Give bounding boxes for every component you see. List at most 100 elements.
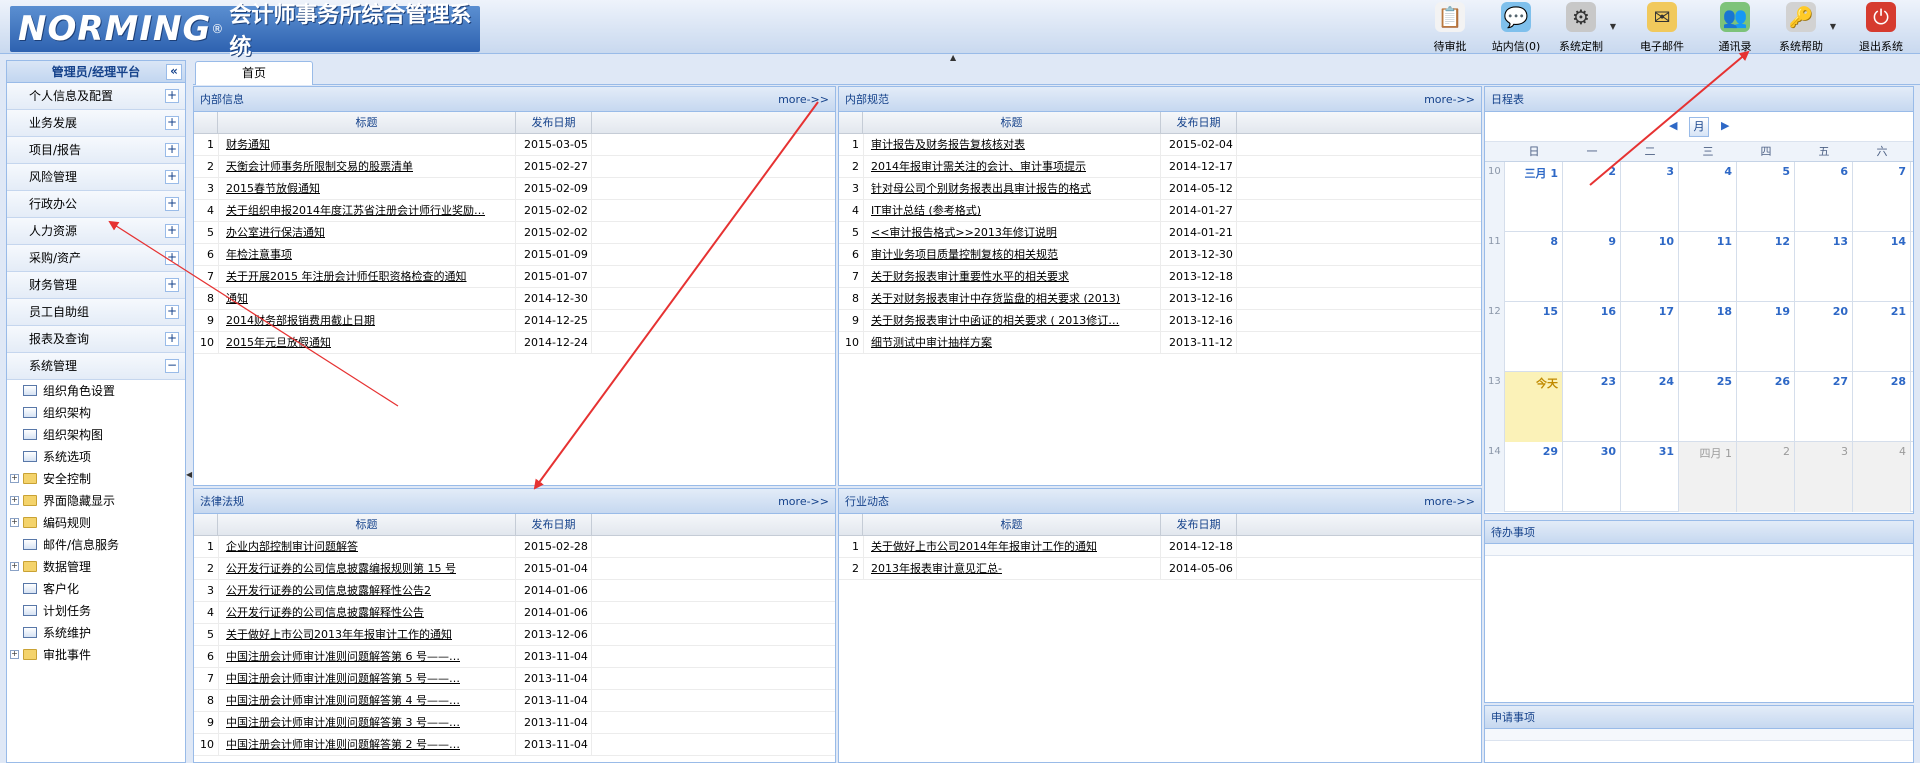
expand-icon[interactable]: + <box>165 332 179 346</box>
calendar-day[interactable]: 9 <box>1563 232 1621 302</box>
tree-item[interactable]: + 安全控制 <box>7 468 185 490</box>
calendar-day[interactable]: 12 <box>1737 232 1795 302</box>
calendar-day[interactable]: 30 <box>1563 442 1621 512</box>
tree-item[interactable]: 邮件/信息服务 <box>7 534 185 556</box>
row-title-link[interactable]: 中国注册会计师审计准则问题解答第 6 号——… <box>218 646 516 668</box>
expand-icon[interactable]: + <box>165 170 179 184</box>
more-link[interactable]: more->> <box>1424 489 1475 514</box>
calendar-day[interactable]: 2 <box>1563 162 1621 232</box>
expand-icon[interactable]: + <box>165 305 179 319</box>
toolbar-button-6[interactable]: ⏻ 退出系统 <box>1846 2 1916 54</box>
calendar-day[interactable]: 31 <box>1621 442 1679 512</box>
row-title-link[interactable]: 关于财务报表审计中函证的相关要求 ( 2013修订… <box>863 310 1161 332</box>
tree-item[interactable]: 组织架构 <box>7 402 185 424</box>
row-title-link[interactable]: 天衡会计师事务所限制交易的股票清单 <box>218 156 516 178</box>
calendar-day[interactable]: 19 <box>1737 302 1795 372</box>
row-title-link[interactable]: 审计业务项目质量控制复核的相关规范 <box>863 244 1161 266</box>
calendar-day[interactable]: 16 <box>1563 302 1621 372</box>
toolbar-button-0[interactable]: 📋 待审批 <box>1415 2 1485 54</box>
more-link[interactable]: more->> <box>778 87 829 112</box>
calendar-day[interactable]: 10 <box>1621 232 1679 302</box>
row-title-link[interactable]: 关于做好上市公司2014年年报审计工作的通知 <box>863 536 1161 558</box>
expand-icon[interactable]: + <box>165 251 179 265</box>
toolbar-button-5[interactable]: 🔑 系统帮助 ▼ <box>1766 2 1836 54</box>
calendar-day[interactable]: 四月 1 <box>1679 442 1737 512</box>
row-title-link[interactable]: 关于对财务报表审计中存货监盘的相关要求 (2013) <box>863 288 1161 310</box>
calendar-day[interactable]: 17 <box>1621 302 1679 372</box>
row-title-link[interactable]: 公开发行证券的公司信息披露解释性公告 <box>218 602 516 624</box>
column-header-title[interactable]: 标题 <box>218 112 516 134</box>
calendar-day[interactable]: 20 <box>1795 302 1853 372</box>
tree-expand-icon[interactable]: + <box>10 518 19 527</box>
expand-icon[interactable]: + <box>165 224 179 238</box>
collapse-sidebar-button[interactable]: « <box>166 64 182 80</box>
tree-item[interactable]: 系统维护 <box>7 622 185 644</box>
calendar-day[interactable]: 11 <box>1679 232 1737 302</box>
row-title-link[interactable]: 企业内部控制审计问题解答 <box>218 536 516 558</box>
calendar-next-icon[interactable]: ▶ <box>1721 119 1729 132</box>
row-title-link[interactable]: 公开发行证券的公司信息披露编报规则第 15 号 <box>218 558 516 580</box>
calendar-day[interactable]: 15 <box>1505 302 1563 372</box>
row-title-link[interactable]: 关于开展2015 年注册会计师任职资格检查的通知 <box>218 266 516 288</box>
toolbar-button-4[interactable]: 👥 通讯录 <box>1700 2 1770 54</box>
menu-item[interactable]: 风险管理 + <box>7 164 185 191</box>
menu-item[interactable]: 项目/报告 + <box>7 137 185 164</box>
row-title-link[interactable]: 2014财务部报销费用截止日期 <box>218 310 516 332</box>
menu-item[interactable]: 报表及查询 + <box>7 326 185 353</box>
column-header-title[interactable]: 标题 <box>218 514 516 536</box>
menu-item[interactable]: 业务发展 + <box>7 110 185 137</box>
menu-item[interactable]: 财务管理 + <box>7 272 185 299</box>
calendar-day[interactable]: 6 <box>1795 162 1853 232</box>
row-title-link[interactable]: 通知 <box>218 288 516 310</box>
tree-item[interactable]: + 审批事件 <box>7 644 185 666</box>
menu-item[interactable]: 人力资源 + <box>7 218 185 245</box>
expand-icon[interactable]: + <box>165 197 179 211</box>
tree-expand-icon[interactable]: + <box>10 562 19 571</box>
calendar-day[interactable]: 27 <box>1795 372 1853 442</box>
row-title-link[interactable]: 针对母公司个别财务报表出具审计报告的格式 <box>863 178 1161 200</box>
row-title-link[interactable]: 关于做好上市公司2013年年报审计工作的通知 <box>218 624 516 646</box>
row-title-link[interactable]: 中国注册会计师审计准则问题解答第 4 号——… <box>218 690 516 712</box>
collapse-icon[interactable]: − <box>165 359 179 373</box>
tree-item[interactable]: + 编码规则 <box>7 512 185 534</box>
row-title-link[interactable]: 关于组织申报2014年度江苏省注册会计师行业奖励… <box>218 200 516 222</box>
expand-icon[interactable]: + <box>165 143 179 157</box>
row-title-link[interactable]: 公开发行证券的公司信息披露解释性公告2 <box>218 580 516 602</box>
tree-expand-icon[interactable]: + <box>10 474 19 483</box>
calendar-day[interactable]: 3 <box>1621 162 1679 232</box>
expand-icon[interactable]: + <box>165 116 179 130</box>
calendar-day[interactable]: 5 <box>1737 162 1795 232</box>
toolbar-button-3[interactable]: ✉ 电子邮件 <box>1627 2 1697 54</box>
row-title-link[interactable]: 关于财务报表审计重要性水平的相关要求 <box>863 266 1161 288</box>
calendar-day[interactable]: 7 <box>1853 162 1911 232</box>
calendar-day[interactable]: 2 <box>1737 442 1795 512</box>
row-title-link[interactable]: IT审计总结 (参考格式) <box>863 200 1161 222</box>
calendar-day[interactable]: 13 <box>1795 232 1853 302</box>
column-header-date[interactable]: 发布日期 <box>516 112 592 134</box>
calendar-day[interactable]: 3 <box>1795 442 1853 512</box>
row-title-link[interactable]: 2015年元旦放假通知 <box>218 332 516 354</box>
column-header-date[interactable]: 发布日期 <box>516 514 592 536</box>
menu-item[interactable]: 采购/资产 + <box>7 245 185 272</box>
row-title-link[interactable]: 财务通知 <box>218 134 516 156</box>
tree-item[interactable]: + 界面隐藏显示 <box>7 490 185 512</box>
tree-item[interactable]: 组织架构图 <box>7 424 185 446</box>
splitter-arrow-icon[interactable]: ◀ <box>186 470 192 479</box>
calendar-day[interactable]: 三月 1 <box>1505 162 1563 232</box>
column-header-title[interactable]: 标题 <box>863 112 1161 134</box>
toolbar-button-1[interactable]: 💬 站内信(0) <box>1481 2 1551 54</box>
calendar-day[interactable]: 24 <box>1621 372 1679 442</box>
tree-item[interactable]: 组织角色设置 <box>7 380 185 402</box>
row-title-link[interactable]: 2014年报审计需关注的会计、审计事项提示 <box>863 156 1161 178</box>
row-title-link[interactable]: 中国注册会计师审计准则问题解答第 3 号——… <box>218 712 516 734</box>
row-title-link[interactable]: 年检注意事项 <box>218 244 516 266</box>
menu-item[interactable]: 员工自助组 + <box>7 299 185 326</box>
calendar-day[interactable]: 29 <box>1505 442 1563 512</box>
tree-item[interactable]: 客户化 <box>7 578 185 600</box>
calendar-day[interactable]: 28 <box>1853 372 1911 442</box>
dropdown-caret-icon[interactable]: ▼ <box>1830 22 1836 31</box>
tree-expand-icon[interactable]: + <box>10 496 19 505</box>
row-title-link[interactable]: 审计报告及财务报告复核核对表 <box>863 134 1161 156</box>
calendar-day[interactable]: 25 <box>1679 372 1737 442</box>
row-title-link[interactable]: 细节测试中审计抽样方案 <box>863 332 1161 354</box>
